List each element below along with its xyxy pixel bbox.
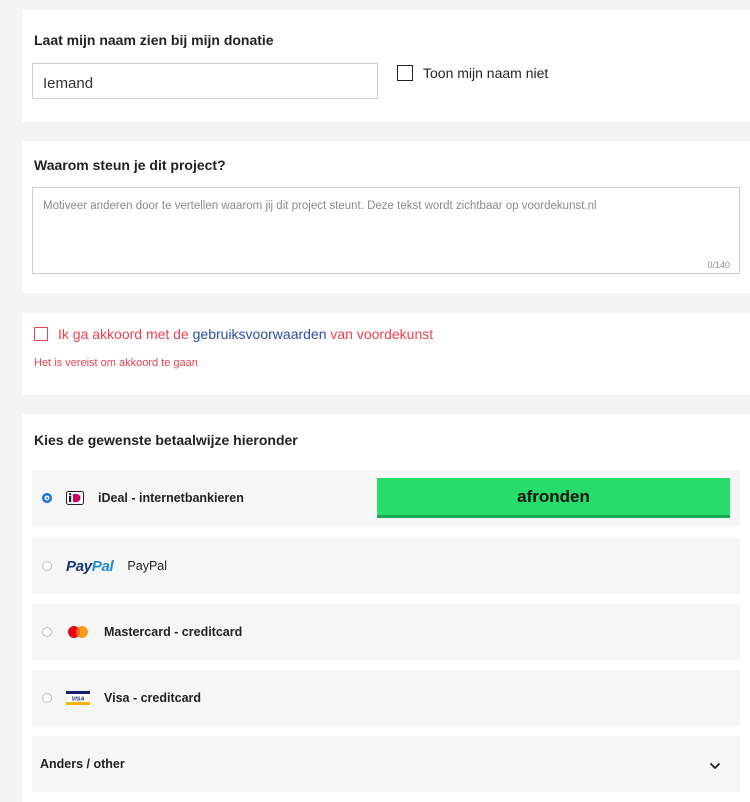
paypal-logo-part1: Pay [66,557,92,575]
motivation-section-title: Waarom steun je dit project? [34,157,226,173]
ideal-radio[interactable] [42,493,52,503]
visa-icon: VISA [66,691,90,705]
character-counter: 0/140 [707,260,730,270]
mastercard-label: Mastercard - creditcard [104,625,243,639]
payment-method-paypal[interactable]: Pay Pal PayPal [32,538,740,594]
mastercard-radio[interactable] [42,627,52,637]
name-section-title: Laat mijn naam zien bij mijn donatie [34,32,274,48]
terms-suffix: van voordekunst [330,326,434,342]
visa-radio[interactable] [42,693,52,703]
terms-text: Ik ga akkoord met de gebruiksvoorwaarden… [58,326,433,342]
terms-error-message: Het is vereist om akkoord te gaan [34,357,198,369]
terms-section: Ik ga akkoord met de gebruiksvoorwaarden… [22,313,750,395]
payment-section-title: Kies de gewenste betaalwijze hieronder [34,432,298,448]
finish-button[interactable]: afronden [377,478,730,518]
paypal-label: PayPal [127,559,168,573]
name-section: Laat mijn naam zien bij mijn donatie Too… [22,10,750,122]
payment-method-other[interactable]: Anders / other [32,736,740,792]
paypal-radio[interactable] [42,561,52,571]
hide-name-checkbox[interactable]: Toon mijn naam niet [397,65,548,81]
payment-method-mastercard[interactable]: Mastercard - creditcard [32,604,740,660]
ideal-label: iDeal - internetbankieren [98,491,244,505]
ideal-icon [66,491,84,505]
terms-checkbox[interactable]: Ik ga akkoord met de gebruiksvoorwaarden… [34,326,433,342]
payment-method-visa[interactable]: VISA Visa - creditcard [32,670,740,726]
paypal-logo: Pay Pal [66,557,114,575]
hide-name-checkbox-box[interactable] [397,65,413,81]
terms-checkbox-box[interactable] [34,327,48,341]
terms-link[interactable]: gebruiksvoorwaarden [193,326,327,342]
other-label: Anders / other [40,757,125,771]
display-name-input[interactable] [32,63,378,99]
chevron-down-icon[interactable] [710,758,720,769]
motivation-textarea[interactable] [32,187,740,274]
mastercard-icon [66,625,90,639]
motivation-section: Waarom steun je dit project? 0/140 [22,141,750,293]
visa-icon-text: VISA [72,697,85,703]
paypal-logo-part2: Pal [91,557,114,575]
payment-section: Kies de gewenste betaalwijze hieronder i… [22,414,750,802]
terms-prefix: Ik ga akkoord met de [58,326,189,342]
visa-label: Visa - creditcard [104,691,202,705]
hide-name-label: Toon mijn naam niet [423,65,549,81]
payment-method-ideal[interactable]: iDeal - internetbankieren afronden [32,470,740,526]
